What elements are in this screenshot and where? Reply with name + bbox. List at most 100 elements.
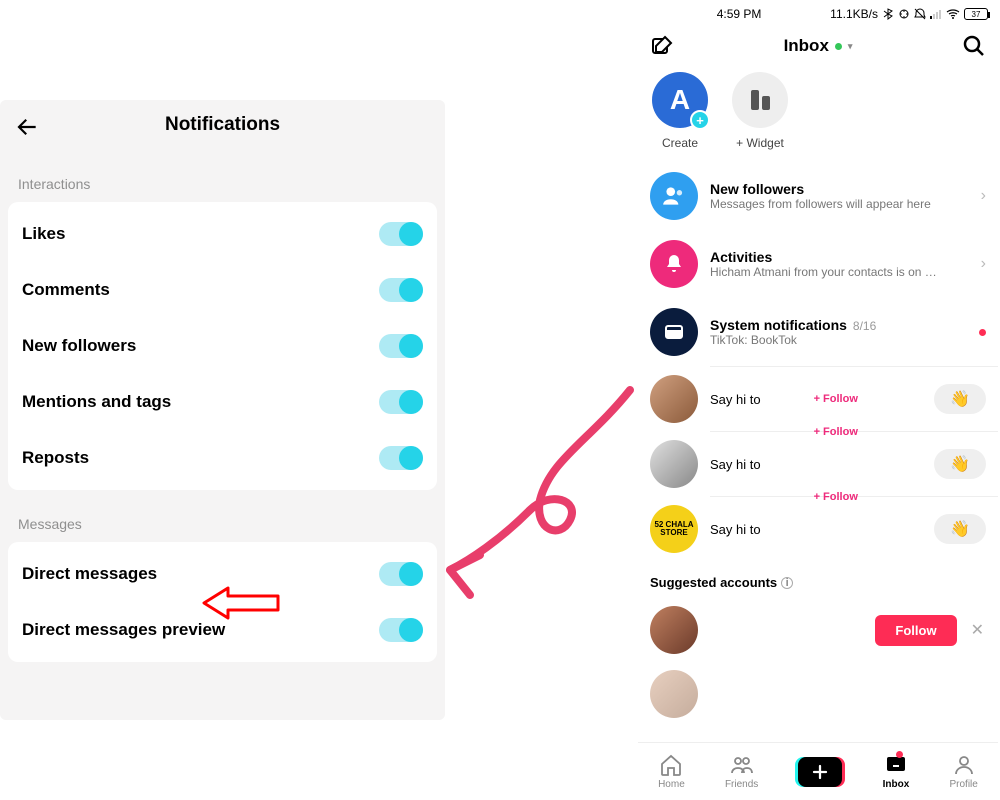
row-comments[interactable]: Comments: [8, 262, 437, 318]
dm-row-1[interactable]: Say hi to + Follow 👋: [638, 367, 998, 431]
row-label: Comments: [22, 280, 110, 300]
row-new-followers[interactable]: New followers Messages from followers wi…: [638, 162, 998, 230]
tab-label: Home: [658, 779, 685, 790]
inbox-title[interactable]: Inbox ▾: [784, 36, 853, 56]
tab-create[interactable]: [798, 757, 842, 787]
row-title: System notifications: [710, 317, 847, 333]
add-widget-button[interactable]: + Widget: [732, 72, 788, 150]
follow-tag[interactable]: + Follow: [814, 491, 858, 503]
dm-row-3[interactable]: 52 CHALA STORE Say hi to + Follow 👋: [638, 497, 998, 561]
tab-label: Profile: [949, 779, 977, 790]
signal-icon: [930, 9, 942, 19]
system-icon: [650, 308, 698, 356]
settings-screen: Notifications Interactions Likes Comment…: [0, 100, 445, 720]
row-sub: TikTok: BookTok: [710, 333, 967, 347]
avatar: [650, 606, 698, 654]
row-sub: Messages from followers will appear here: [710, 197, 969, 211]
tab-label: Inbox: [883, 779, 910, 790]
widget-icon: [732, 72, 788, 128]
suggested-row-2[interactable]: [638, 662, 998, 726]
row-title: Activities: [710, 249, 772, 265]
dismiss-button[interactable]: ✕: [969, 620, 986, 640]
row-likes[interactable]: Likes: [8, 206, 437, 262]
dm-row-2[interactable]: Say hi to + Follow 👋: [638, 432, 998, 496]
settings-title: Notifications: [165, 114, 280, 136]
annotation-curly-arrow-icon: [430, 380, 650, 610]
info-icon[interactable]: i: [781, 577, 793, 589]
section-messages-label: Messages: [0, 490, 445, 542]
avatar: [650, 440, 698, 488]
interactions-card: Likes Comments New followers Mentions an…: [8, 202, 437, 490]
status-net: 11.1KB/s: [830, 7, 878, 21]
wave-button[interactable]: 👋: [934, 384, 986, 414]
avatar-initial: A: [670, 84, 690, 116]
follow-tag[interactable]: + Follow: [814, 393, 858, 405]
row-dm-preview[interactable]: Direct messages preview: [8, 602, 437, 658]
plus-icon: [811, 763, 829, 781]
row-sub: Hicham Atmani from your contacts is on …: [710, 265, 969, 279]
settings-header: Notifications: [0, 100, 445, 150]
suggested-header: Suggested accounts i: [638, 561, 998, 598]
inbox-title-text: Inbox: [784, 36, 829, 56]
tab-friends[interactable]: Friends: [725, 753, 758, 790]
back-button[interactable]: [14, 114, 40, 136]
widget-label: + Widget: [736, 136, 784, 150]
toggle-new-followers[interactable]: [379, 334, 423, 358]
row-direct-messages[interactable]: Direct messages: [8, 546, 437, 602]
row-system-notifications[interactable]: System notifications 8/16 TikTok: BookTo…: [638, 298, 998, 366]
sync-icon: [898, 8, 910, 20]
section-interactions-label: Interactions: [0, 150, 445, 202]
plus-badge-icon: +: [690, 110, 710, 130]
avatar: 52 CHALA STORE: [650, 505, 698, 553]
inbox-header: Inbox ▾: [638, 24, 998, 68]
wave-button[interactable]: 👋: [934, 514, 986, 544]
row-reposts[interactable]: Reposts: [8, 430, 437, 486]
followers-icon: [650, 172, 698, 220]
profile-icon: [952, 753, 976, 777]
compose-icon[interactable]: [650, 34, 674, 58]
row-label: New followers: [22, 336, 136, 356]
messages-card: Direct messages Direct messages preview: [8, 542, 437, 662]
toggle-dm[interactable]: [379, 562, 423, 586]
inbox-screen: 4:59 PM 11.1KB/s 37 Inbox ▾ A + Create: [638, 0, 998, 800]
activities-icon: [650, 240, 698, 288]
chevron-down-icon: ▾: [848, 41, 853, 52]
bluetooth-icon: [882, 8, 894, 20]
toggle-comments[interactable]: [379, 278, 423, 302]
follow-button[interactable]: Follow: [875, 615, 956, 646]
row-label: Reposts: [22, 448, 89, 468]
unread-dot-icon: [979, 329, 986, 336]
chevron-right-icon: ›: [981, 255, 986, 273]
row-title: New followers: [710, 181, 804, 197]
tab-bar: Home Friends Inbox Profile: [638, 742, 998, 800]
row-label: Direct messages preview: [22, 620, 225, 640]
toggle-dm-preview[interactable]: [379, 618, 423, 642]
toggle-reposts[interactable]: [379, 446, 423, 470]
status-right: 11.1KB/s 37: [830, 7, 988, 21]
toggle-mentions[interactable]: [379, 390, 423, 414]
avatar: [650, 670, 698, 718]
row-new-followers[interactable]: New followers: [8, 318, 437, 374]
row-label: Direct messages: [22, 564, 157, 584]
arrow-left-icon: [14, 114, 40, 140]
create-avatar: A +: [652, 72, 708, 128]
suggested-label: Suggested accounts: [650, 575, 777, 590]
row-activities[interactable]: Activities Hicham Atmani from your conta…: [638, 230, 998, 298]
toggle-likes[interactable]: [379, 222, 423, 246]
suggested-row-1[interactable]: Follow ✕: [638, 598, 998, 662]
row-mentions[interactable]: Mentions and tags: [8, 374, 437, 430]
status-bar: 4:59 PM 11.1KB/s 37: [638, 0, 998, 24]
follow-tag[interactable]: + Follow: [814, 426, 858, 438]
tab-profile[interactable]: Profile: [949, 753, 977, 790]
row-label: Likes: [22, 224, 65, 244]
row-label: Mentions and tags: [22, 392, 171, 412]
tab-inbox[interactable]: Inbox: [883, 753, 910, 790]
wave-button[interactable]: 👋: [934, 449, 986, 479]
tab-home[interactable]: Home: [658, 753, 685, 790]
row-date: 8/16: [853, 319, 876, 333]
online-dot-icon: [835, 43, 842, 50]
home-icon: [659, 753, 683, 777]
create-story-button[interactable]: A + Create: [652, 72, 708, 150]
search-icon[interactable]: [962, 34, 986, 58]
tab-label: Friends: [725, 779, 758, 790]
